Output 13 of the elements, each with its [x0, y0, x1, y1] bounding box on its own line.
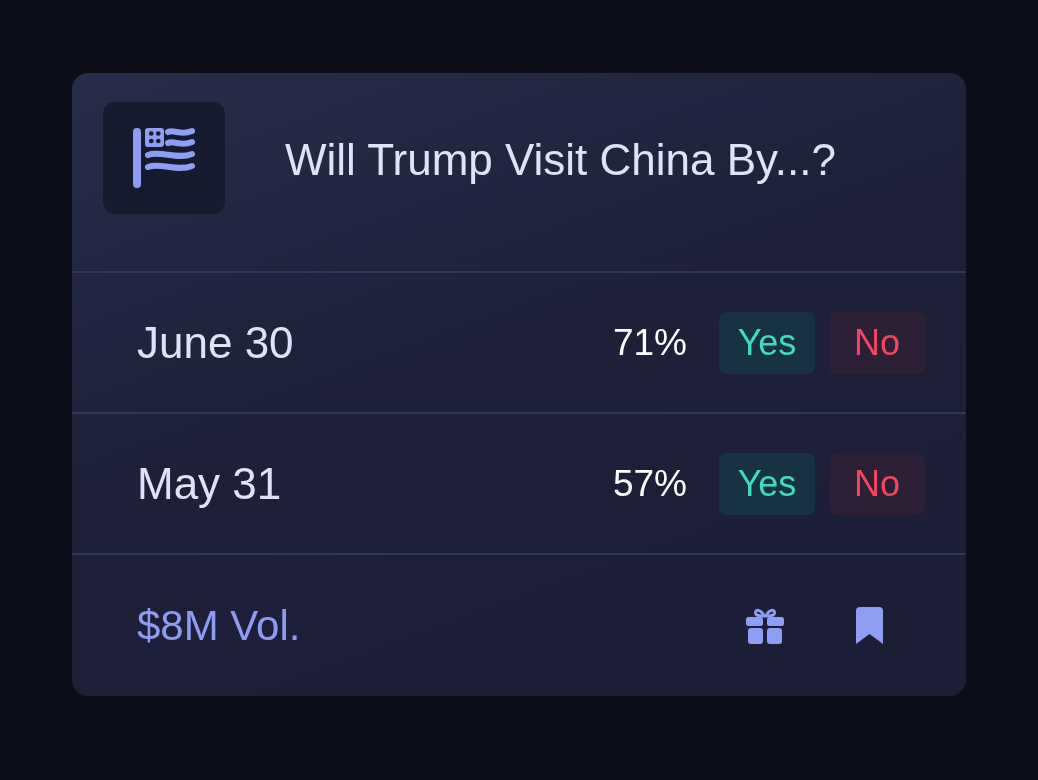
outcome-chance: 71%	[612, 321, 687, 364]
outcome-chance: 57%	[612, 462, 687, 505]
no-button[interactable]: No	[829, 311, 925, 374]
yes-button[interactable]: Yes	[719, 452, 815, 515]
volume-label: $8M Vol.	[137, 601, 301, 650]
yes-button[interactable]: Yes	[719, 311, 815, 374]
flag-icon	[133, 127, 195, 189]
outcome-date: June 30	[137, 317, 294, 368]
gift-icon[interactable]	[746, 607, 784, 644]
bookmark-icon[interactable]	[856, 607, 883, 644]
no-button[interactable]: No	[829, 452, 925, 515]
market-title: Will Trump Visit China By...?	[285, 134, 836, 186]
outcome-date: May 31	[137, 458, 282, 509]
